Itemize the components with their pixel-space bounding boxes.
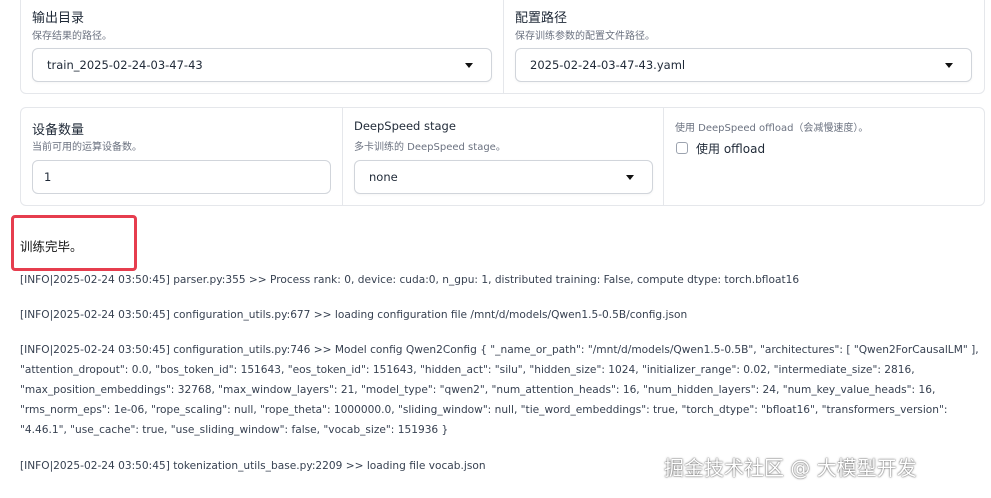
config-path-dropdown[interactable]: 2025-02-24-03-47-43.yaml	[515, 48, 972, 82]
ds-stage-value: none	[369, 170, 398, 184]
log-line: [INFO|2025-02-24 03:50:45] parser.py:355…	[20, 274, 800, 286]
log-line: "4.46.1", "use_cache": true, "use_slidin…	[20, 424, 449, 436]
output-dir-value: train_2025-02-24-03-47-43	[47, 58, 203, 72]
chevron-down-icon	[945, 63, 953, 68]
output-settings-panel: 输出目录 保存结果的路径。 train_2025-02-24-03-47-43 …	[20, 0, 985, 94]
config-path-info: 保存训练参数的配置文件路径。	[515, 31, 655, 42]
watermark-text: 掘金技术社区 @ 大模型开发	[664, 456, 917, 480]
output-dir-dropdown[interactable]: train_2025-02-24-03-47-43	[32, 48, 492, 82]
log-line: "rms_norm_eps": 1e-06, "rope_scaling": n…	[20, 404, 948, 416]
chevron-down-icon	[626, 175, 634, 180]
config-path-label: 配置路径	[515, 11, 568, 26]
training-status-text: 训练完毕。	[20, 239, 83, 254]
device-count-label: 设备数量	[32, 123, 85, 138]
device-count-field[interactable]	[33, 161, 330, 193]
ds-offload-checkbox-label[interactable]: 使用 offload	[696, 140, 765, 157]
config-path-value: 2025-02-24-03-47-43.yaml	[530, 58, 686, 72]
log-line: [INFO|2025-02-24 03:50:45] configuration…	[20, 344, 979, 356]
device-settings-panel: 设备数量 当前可用的运算设备数。 DeepSpeed stage 多卡训练的 D…	[20, 107, 985, 206]
output-dir-cell: 输出目录 保存结果的路径。 train_2025-02-24-03-47-43	[21, 0, 503, 93]
log-line: [INFO|2025-02-24 03:50:45] configuration…	[20, 309, 688, 321]
log-line: "attention_dropout": 0.0, "bos_token_id"…	[20, 364, 915, 376]
ds-offload-checkbox[interactable]	[676, 142, 688, 154]
ds-stage-info: 多卡训练的 DeepSpeed stage。	[354, 142, 506, 153]
ds-stage-cell: DeepSpeed stage 多卡训练的 DeepSpeed stage。 n…	[342, 108, 663, 205]
chevron-down-icon	[465, 63, 473, 68]
ds-offload-info: 使用 DeepSpeed offload（会减慢速度）。	[675, 123, 869, 134]
device-count-info: 当前可用的运算设备数。	[32, 142, 142, 153]
device-count-input[interactable]	[32, 160, 331, 194]
ds-offload-cell: 使用 DeepSpeed offload（会减慢速度）。 使用 offload	[663, 108, 984, 205]
config-path-cell: 配置路径 保存训练参数的配置文件路径。 2025-02-24-03-47-43.…	[503, 0, 984, 93]
ds-stage-label: DeepSpeed stage	[354, 119, 456, 133]
device-count-cell: 设备数量 当前可用的运算设备数。	[21, 108, 342, 205]
ds-stage-dropdown[interactable]: none	[354, 160, 653, 194]
log-line: "max_position_embeddings": 32768, "max_w…	[20, 384, 936, 396]
output-dir-info: 保存结果的路径。	[32, 31, 112, 42]
log-line: [INFO|2025-02-24 03:50:45] tokenization_…	[20, 460, 486, 472]
output-dir-label: 输出目录	[32, 11, 85, 26]
